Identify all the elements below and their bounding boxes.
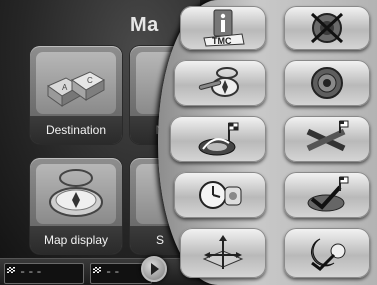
- map-orientation-button[interactable]: [180, 228, 266, 278]
- route-check-flag-icon: [304, 175, 350, 215]
- settings-panel: TMC: [158, 0, 377, 285]
- next-turn-value: ---: [19, 265, 44, 279]
- svg-text:A: A: [62, 83, 68, 92]
- map-arrows-icon: [200, 233, 246, 273]
- arrival-settings-button[interactable]: [284, 172, 370, 218]
- tmc-text: TMC: [212, 36, 232, 46]
- speaker-volume-icon: [304, 63, 350, 103]
- volume-mute-icon: [304, 8, 350, 48]
- play-button[interactable]: [141, 256, 167, 282]
- day-night-button[interactable]: [284, 228, 370, 278]
- time-distance-button[interactable]: [174, 172, 266, 218]
- compass-wrench-icon: [197, 63, 243, 103]
- svg-text:C: C: [87, 76, 93, 85]
- destination-label: Destination: [30, 116, 122, 144]
- info-tmc-icon: TMC: [200, 8, 246, 48]
- clock-tape-icon: [197, 175, 243, 215]
- distance-value: --: [105, 265, 122, 279]
- mute-button[interactable]: [284, 6, 370, 50]
- abc-blocks-icon: A C: [36, 52, 116, 114]
- route-flag-target-icon: [195, 119, 241, 159]
- map-display-tile[interactable]: Map display: [30, 158, 122, 254]
- navigation-screen: Ma A C Destination N: [0, 0, 377, 285]
- flag-icon: [7, 267, 15, 273]
- crossed-roads-flag-icon: [304, 119, 350, 159]
- general-settings-button[interactable]: [174, 60, 266, 106]
- map-display-label: Map display: [30, 226, 122, 254]
- volume-button[interactable]: [284, 60, 370, 106]
- compass-icon: [36, 164, 116, 224]
- destination-tile[interactable]: A C Destination: [30, 46, 122, 144]
- route-options-button[interactable]: [170, 116, 266, 162]
- tmc-info-button[interactable]: TMC: [180, 6, 266, 50]
- road-types-button[interactable]: [284, 116, 370, 162]
- flag-icon: [93, 267, 101, 273]
- next-turn-field[interactable]: ---: [4, 263, 84, 284]
- day-night-icon: [304, 233, 350, 273]
- bottom-status-bar: --- --: [0, 258, 200, 285]
- page-title: Ma: [130, 14, 159, 36]
